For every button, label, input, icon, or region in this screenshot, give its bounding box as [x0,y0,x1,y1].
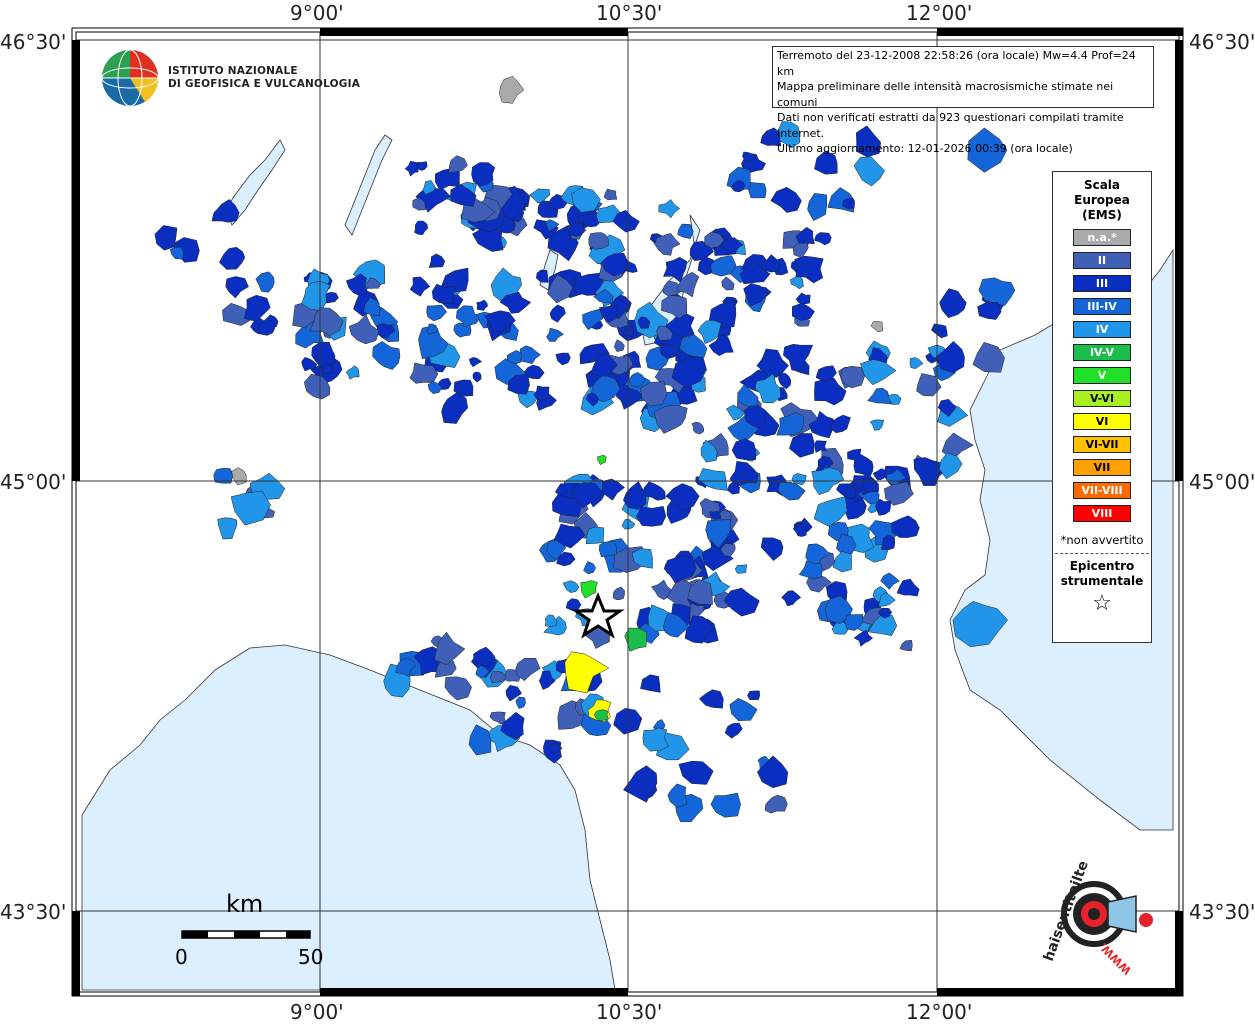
municipality-area [585,526,605,545]
legend-epicenter-line-2: strumentale [1060,574,1144,588]
scale-bar [181,930,311,939]
haisentito-logo-icon: haisentitoilterremoto.it WWW. [1041,862,1153,977]
municipality-area [642,727,669,752]
legend-class-viii: VIII [1073,505,1131,522]
earthquake-info-box: Terremoto del 23-12-2008 22:58:26 (ora l… [772,46,1154,155]
legend-title-line-3: (EMS) [1082,208,1122,222]
municipality-area [322,363,333,374]
municipality-area [588,232,609,250]
tick-right-3: 43°30' [1189,900,1255,924]
legend-class-iii-iv: III-IV [1073,298,1131,315]
legend-separator [1055,553,1149,554]
legend-title-line-1: Scala [1083,178,1121,192]
legend-epicenter-line-1: Epicentro [1069,559,1135,573]
ingv-logo-icon [101,49,159,107]
legend-class-vi: VI [1073,413,1131,430]
scale-unit: km [226,890,264,918]
legend-class-vii-viii: VII-VIII [1073,482,1131,499]
tick-left-3: 43°30' [0,900,67,924]
logo-line-1: ISTITUTO NAZIONALE [168,65,298,77]
legend-class-vi-vii: VI-VII [1073,436,1131,453]
watermark-site: WWW. [1097,940,1134,977]
tick-bottom-3: 12°00' [906,1000,973,1024]
tick-bottom-1: 9°00' [290,1000,344,1024]
tick-left-2: 45°00' [0,470,67,494]
info-line-3: Dati non verificati estratti da 923 ques… [777,111,1124,140]
info-line-2: Mappa preliminare delle intensità macros… [777,80,1114,109]
logo-line-2: DI GEOFISICA E VULCANOLOGIA [168,77,361,90]
legend-class-ii: II [1073,252,1131,269]
tick-bottom-2: 10°30' [596,1000,663,1024]
legend-title: Scala Europea (EMS) [1053,178,1151,223]
tick-top-2: 10°30' [596,1,663,25]
scale-end: 50 [298,945,324,969]
legend-not-felt-note: *non avvertito [1060,533,1144,547]
tick-left-1: 46°30' [0,30,67,54]
tick-right-2: 45°00' [1189,470,1255,494]
legend-class-na: n.a.* [1073,229,1131,246]
legend-class-v: V [1073,367,1131,384]
legend-class-iv: IV [1073,321,1131,338]
info-line-1: Terremoto del 23-12-2008 22:58:26 (ora l… [777,49,1136,78]
tick-top-3: 12°00' [906,1,973,25]
municipality-area [747,182,767,199]
municipality-area [599,541,617,558]
legend-class-v-vi: V-VI [1073,390,1131,407]
municipality-area [747,690,761,700]
ingv-logo-text: ISTITUTO NAZIONALE DI GEOFISICA E VULCAN… [168,65,360,90]
scale-start: 0 [175,945,188,969]
municipality-area [636,506,667,527]
legend-star-icon: ☆ [1092,591,1112,616]
ems-legend: Scala Europea (EMS) n.a.* II III III-IV … [1052,171,1152,643]
legend-class-iii: III [1073,275,1131,292]
tick-top-1: 9°00' [290,1,344,25]
info-line-4: Ultimo aggiornamento: 12-01-2026 00:39 (… [777,142,1073,155]
legend-class-iv-v: IV-V [1073,344,1131,361]
tick-right-1: 46°30' [1189,30,1255,54]
municipality-area [734,564,748,574]
legend-epicenter-label: Epicentro strumentale [1053,559,1151,589]
legend-class-vii: VII [1073,459,1131,476]
legend-title-line-2: Europea [1074,193,1130,207]
